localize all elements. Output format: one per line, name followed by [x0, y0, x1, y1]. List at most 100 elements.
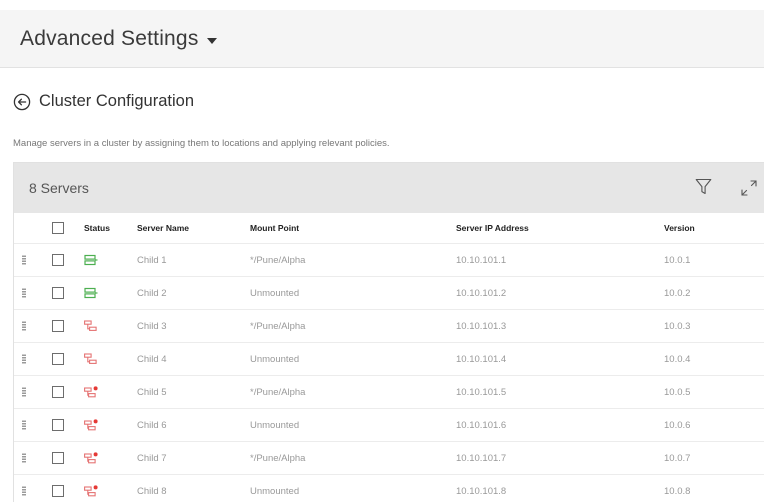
status-cell	[84, 343, 98, 375]
table-row[interactable]: Child 8 Unmounted 10.10.101.8 10.0.8	[14, 475, 764, 502]
server-ip: 10.10.101.6	[456, 419, 507, 431]
server-name: Child 7	[137, 452, 167, 464]
caret-down-icon[interactable]	[206, 37, 217, 44]
page-description: Manage servers in a cluster by assigning…	[13, 138, 390, 149]
row-checkbox-cell	[52, 244, 64, 276]
server-version: 10.0.2	[664, 287, 691, 299]
mount-point: */Pune/Alpha	[250, 254, 306, 266]
status-cell	[84, 376, 98, 408]
expand-icon[interactable]	[739, 178, 759, 198]
server-name: Child 4	[137, 353, 167, 365]
row-checkbox[interactable]	[52, 452, 64, 464]
server-ip: 10.10.101.5	[456, 386, 507, 398]
select-all-checkbox[interactable]	[52, 222, 64, 234]
drag-handle-cell	[22, 376, 26, 408]
table-row[interactable]: Child 7 */Pune/Alpha 10.10.101.7 10.0.7	[14, 442, 764, 475]
status-cell	[84, 277, 98, 309]
col-header-version[interactable]: Version	[664, 213, 695, 243]
mount-point: */Pune/Alpha	[250, 386, 306, 398]
app-header: Advanced Settings	[0, 10, 764, 68]
drag-handle-cell	[22, 310, 26, 342]
page-title: Cluster Configuration	[39, 92, 194, 110]
drag-handle-icon[interactable]	[22, 354, 26, 364]
server-name: Child 6	[137, 419, 167, 431]
server-ip: 10.10.101.8	[456, 485, 507, 497]
drag-handle-cell	[22, 343, 26, 375]
col-header-server-name[interactable]: Server Name	[137, 213, 189, 243]
row-checkbox-cell	[52, 376, 64, 408]
server-error-icon	[84, 419, 98, 431]
row-checkbox[interactable]	[52, 287, 64, 299]
row-checkbox-cell	[52, 343, 64, 375]
server-version: 10.0.3	[664, 320, 691, 332]
drag-handle-cell	[22, 442, 26, 474]
server-count: 8 Servers	[29, 180, 89, 196]
drag-handle-icon[interactable]	[22, 453, 26, 463]
table-row[interactable]: Child 1 */Pune/Alpha 10.10.101.1 10.0.1	[14, 244, 764, 277]
drag-handle-icon[interactable]	[22, 321, 26, 331]
row-checkbox-cell	[52, 442, 64, 474]
server-ip: 10.10.101.2	[456, 287, 507, 299]
server-error-icon	[84, 485, 98, 497]
row-checkbox[interactable]	[52, 386, 64, 398]
col-header-server-ip[interactable]: Server IP Address	[456, 213, 529, 243]
row-checkbox[interactable]	[52, 353, 64, 365]
drag-handle-icon[interactable]	[22, 288, 26, 298]
col-header-status[interactable]: Status	[84, 213, 110, 243]
status-cell	[84, 310, 98, 342]
col-header-mount-point[interactable]: Mount Point	[250, 213, 299, 243]
row-checkbox[interactable]	[52, 254, 64, 266]
drag-handle-icon[interactable]	[22, 486, 26, 496]
mount-point: */Pune/Alpha	[250, 452, 306, 464]
drag-handle-icon[interactable]	[22, 387, 26, 397]
row-checkbox-cell	[52, 277, 64, 309]
server-version: 10.0.4	[664, 353, 691, 365]
server-online-icon	[84, 254, 98, 266]
table-row[interactable]: Child 6 Unmounted 10.10.101.6 10.0.6	[14, 409, 764, 442]
row-checkbox[interactable]	[52, 485, 64, 497]
server-ip: 10.10.101.4	[456, 353, 507, 365]
status-cell	[84, 409, 98, 441]
server-name: Child 5	[137, 386, 167, 398]
app-title[interactable]: Advanced Settings	[20, 27, 199, 51]
server-warning-icon	[84, 353, 97, 364]
row-checkbox-cell	[52, 409, 64, 441]
row-checkbox-cell	[52, 310, 64, 342]
server-name: Child 8	[137, 485, 167, 497]
drag-handle-cell	[22, 475, 26, 502]
status-cell	[84, 475, 98, 502]
mount-point: Unmounted	[250, 485, 300, 497]
table-row[interactable]: Child 2 Unmounted 10.10.101.2 10.0.2	[14, 277, 764, 310]
server-name: Child 2	[137, 287, 167, 299]
table-row[interactable]: Child 3 */Pune/Alpha 10.10.101.3 10.0.3	[14, 310, 764, 343]
table-row[interactable]: Child 5 */Pune/Alpha 10.10.101.5 10.0.5	[14, 376, 764, 409]
mount-point: */Pune/Alpha	[250, 320, 306, 332]
drag-handle-cell	[22, 277, 26, 309]
server-name: Child 3	[137, 320, 167, 332]
select-all-cell	[52, 213, 64, 243]
servers-table: Status Server Name Mount Point Server IP…	[14, 213, 764, 502]
server-version: 10.0.1	[664, 254, 691, 266]
server-ip: 10.10.101.1	[456, 254, 507, 266]
table-toolbar: 8 Servers	[14, 163, 764, 213]
drag-handle-icon[interactable]	[22, 255, 26, 265]
back-arrow-icon[interactable]	[13, 93, 31, 111]
server-online-icon	[84, 287, 98, 299]
servers-table-card: 8 Servers Status Server Name Mount Point…	[13, 162, 764, 502]
filter-icon[interactable]	[695, 178, 712, 196]
drag-handle-icon[interactable]	[22, 420, 26, 430]
row-checkbox-cell	[52, 475, 64, 502]
status-cell	[84, 244, 98, 276]
row-checkbox[interactable]	[52, 419, 64, 431]
status-cell	[84, 442, 98, 474]
page-title-row: Cluster Configuration	[13, 92, 194, 111]
server-version: 10.0.6	[664, 419, 691, 431]
mount-point: Unmounted	[250, 353, 300, 365]
mount-point: Unmounted	[250, 419, 300, 431]
row-checkbox[interactable]	[52, 320, 64, 332]
drag-handle-cell	[22, 244, 26, 276]
table-row[interactable]: Child 4 Unmounted 10.10.101.4 10.0.4	[14, 343, 764, 376]
server-ip: 10.10.101.7	[456, 452, 507, 464]
drag-handle-cell	[22, 409, 26, 441]
server-version: 10.0.5	[664, 386, 691, 398]
